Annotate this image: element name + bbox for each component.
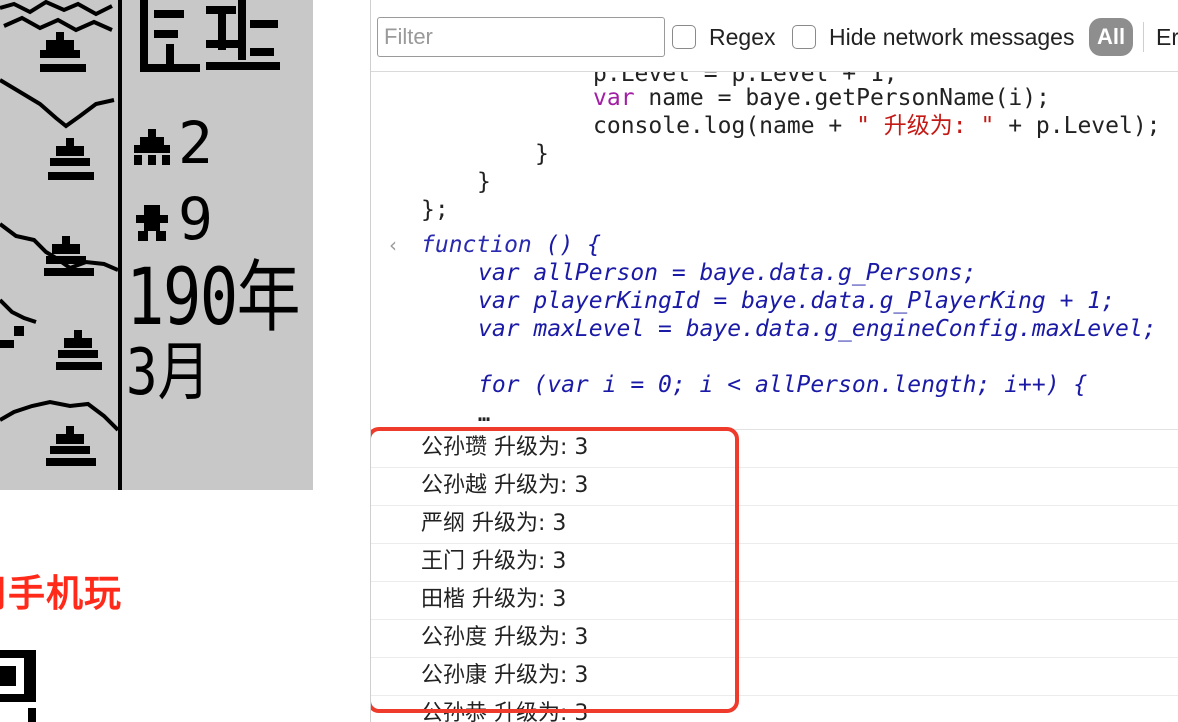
game-area: 2 9 190年 3月 用手机玩 — [0, 0, 370, 722]
generals-value: 9 — [178, 185, 215, 253]
log-row: 严纲 升级为: 3 — [371, 506, 1178, 544]
code-line: } — [535, 141, 549, 167]
hide-network-label[interactable]: Hide network messages — [829, 24, 1074, 51]
log-message: 公孙康 升级为: 3 — [421, 663, 589, 688]
log-message: 公孙越 升级为: 3 — [421, 473, 589, 498]
code-text: name = baye.getPersonName(i); — [634, 85, 1050, 111]
keyword: var — [593, 85, 635, 111]
generals-stat: 9 — [132, 188, 215, 250]
toolbar-divider — [1143, 22, 1144, 52]
string-literal: " 升级为: " — [856, 113, 995, 139]
map-art — [0, 0, 118, 490]
console-output[interactable]: p.Level = p.Level + 1; var name = baye.g… — [371, 72, 1178, 722]
cities-value: 2 — [178, 109, 215, 177]
log-levels-dropdown[interactable]: Er — [1156, 24, 1178, 51]
game-screen[interactable]: 2 9 190年 3月 — [0, 0, 313, 490]
log-message: 田楷 升级为: 3 — [421, 587, 567, 612]
log-row: 公孙恭 升级为: 3 — [371, 696, 1178, 722]
code-line: var playerKingId = baye.data.g_PlayerKin… — [478, 288, 1115, 314]
regex-checkbox[interactable] — [672, 25, 696, 49]
code-line: var name = baye.getPersonName(i); — [593, 84, 1050, 112]
log-row: 公孙度 升级为: 3 — [371, 620, 1178, 658]
log-row: 公孙越 升级为: 3 — [371, 468, 1178, 506]
function-preview-line[interactable]: function () { — [421, 231, 601, 259]
log-message: 公孙瓒 升级为: 3 — [421, 435, 589, 460]
cities-stat: 2 — [132, 112, 215, 174]
filter-input[interactable] — [377, 17, 665, 57]
year-stat: 190年 — [126, 253, 301, 343]
code-line: var maxLevel = baye.data.g_engineConfig.… — [478, 316, 1157, 342]
code-line: }; — [421, 197, 449, 223]
month-stat: 3月 — [126, 336, 211, 410]
code-line: for (var i = 0; i < allPerson.length; i+… — [478, 372, 1088, 398]
code-text: + p.Level); — [994, 113, 1161, 139]
code-text: console.log(name + — [593, 113, 857, 139]
log-message: 公孙恭 升级为: 3 — [421, 701, 589, 722]
code-line: var allPerson = baye.data.g_Persons; — [478, 260, 977, 286]
expand-ellipsis[interactable]: … — [478, 402, 490, 426]
qr-code-icon — [0, 650, 36, 722]
map-panel[interactable] — [0, 0, 122, 490]
info-panel: 2 9 190年 3月 — [126, 0, 313, 490]
regex-label[interactable]: Regex — [709, 24, 775, 51]
code-text: () { — [531, 232, 602, 258]
log-row: 公孙瓒 升级为: 3 — [371, 430, 1178, 468]
code-line: console.log(name + " 升级为: " + p.Level); — [593, 112, 1161, 140]
console-toolbar: Regex Hide network messages All Er — [371, 0, 1178, 72]
log-message: 严纲 升级为: 3 — [421, 511, 567, 536]
all-levels-button[interactable]: All — [1089, 18, 1133, 56]
keyword: function — [421, 232, 532, 258]
log-row: 王门 升级为: 3 — [371, 544, 1178, 582]
castle-icon — [134, 129, 170, 165]
log-row: 田楷 升级为: 3 — [371, 582, 1178, 620]
log-message: 王门 升级为: 3 — [421, 549, 567, 574]
log-row: 公孙康 升级为: 3 — [371, 658, 1178, 696]
hide-network-checkbox[interactable] — [792, 25, 816, 49]
general-icon — [136, 205, 168, 241]
result-arrow-icon: ‹ — [389, 233, 397, 257]
code-line: } — [477, 169, 491, 195]
play-on-mobile-text[interactable]: 用手机玩 — [0, 563, 122, 617]
devtools-console-panel: Regex Hide network messages All Er p.Lev… — [370, 0, 1178, 722]
portrait-art — [140, 0, 280, 72]
log-message: 公孙度 升级为: 3 — [421, 625, 589, 650]
